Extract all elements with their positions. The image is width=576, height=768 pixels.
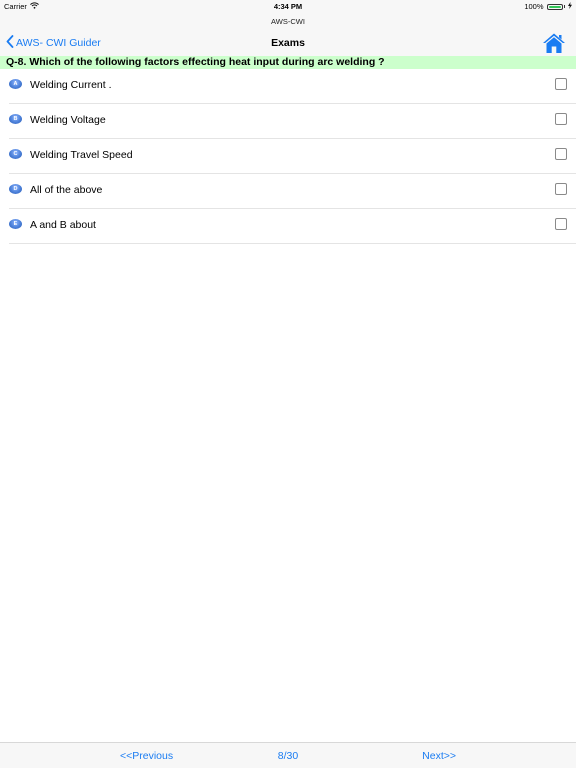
page-counter: 8/30 bbox=[277, 750, 299, 762]
option-row-d[interactable]: D All of the above bbox=[9, 174, 576, 209]
next-button[interactable]: Next>> bbox=[422, 750, 456, 762]
status-right: 100% bbox=[524, 2, 572, 11]
option-text-d: All of the above bbox=[30, 184, 103, 196]
option-badge-b: B bbox=[9, 114, 22, 124]
option-row-c[interactable]: C Welding Travel Speed bbox=[9, 139, 576, 174]
option-text-c: Welding Travel Speed bbox=[30, 149, 133, 161]
status-bar: Carrier 4:34 PM 100% bbox=[0, 0, 576, 13]
options-list: A Welding Current . B Welding Voltage C … bbox=[0, 69, 576, 244]
option-row-e[interactable]: E A and B about bbox=[9, 209, 576, 244]
app-title: AWS-CWI bbox=[0, 13, 576, 30]
status-time: 4:34 PM bbox=[273, 2, 303, 11]
battery-tip bbox=[563, 5, 565, 8]
option-row-a[interactable]: A Welding Current . bbox=[9, 69, 576, 104]
question-text: Q-8. Which of the following factors effe… bbox=[0, 56, 576, 69]
option-text-e: A and B about bbox=[30, 219, 96, 231]
option-text-a: Welding Current . bbox=[30, 79, 112, 91]
battery-icon bbox=[546, 3, 563, 10]
battery-percent: 100% bbox=[524, 2, 544, 11]
checkbox-b[interactable] bbox=[555, 113, 567, 125]
bottom-bar: <<Previous 8/30 Next>> bbox=[0, 742, 576, 768]
checkbox-d[interactable] bbox=[555, 183, 567, 195]
nav-bar: AWS- CWI Guider Exams bbox=[0, 30, 576, 57]
option-badge-d: D bbox=[9, 184, 22, 194]
option-badge-e: E bbox=[9, 219, 22, 229]
page-title: Exams bbox=[271, 37, 305, 49]
checkbox-c[interactable] bbox=[555, 148, 567, 160]
charging-icon bbox=[568, 2, 572, 11]
battery-fill bbox=[548, 5, 561, 8]
home-button[interactable] bbox=[542, 32, 566, 54]
option-badge-c: C bbox=[9, 149, 22, 159]
option-text-b: Welding Voltage bbox=[30, 114, 106, 126]
option-row-b[interactable]: B Welding Voltage bbox=[9, 104, 576, 139]
checkbox-a[interactable] bbox=[555, 78, 567, 90]
checkbox-e[interactable] bbox=[555, 218, 567, 230]
option-badge-a: A bbox=[9, 79, 22, 89]
